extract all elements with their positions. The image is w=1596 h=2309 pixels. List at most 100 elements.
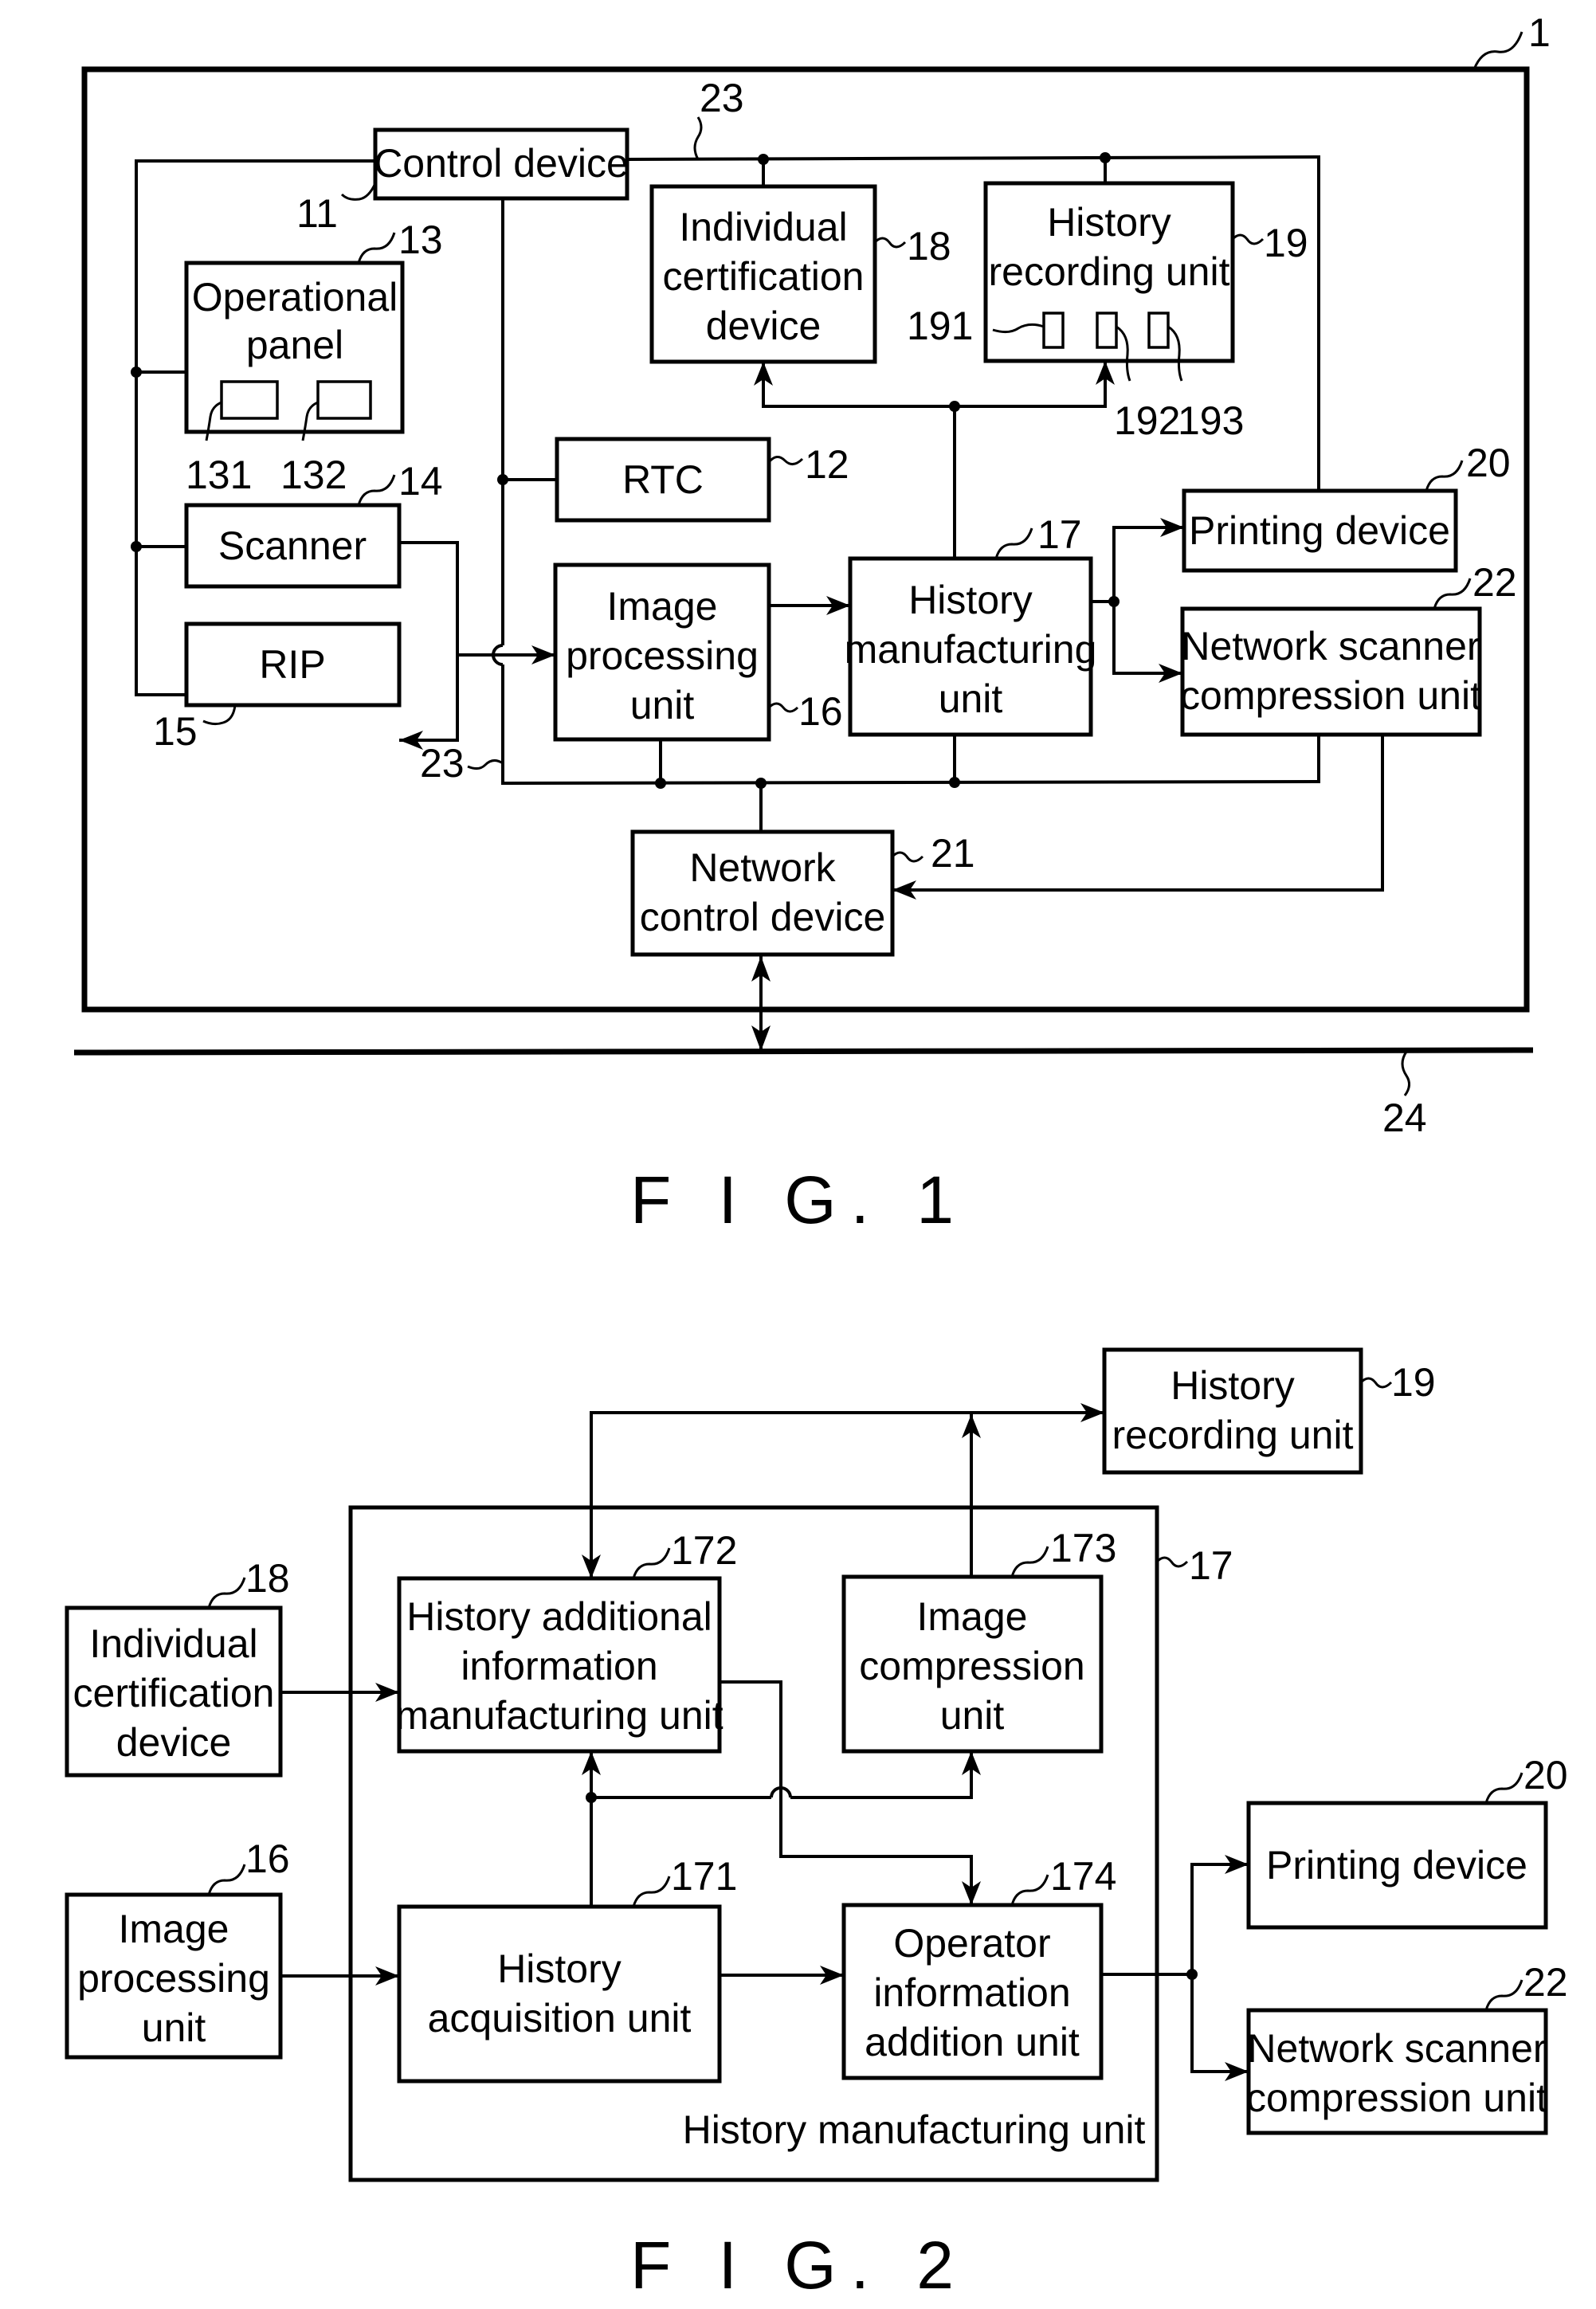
ref-16: 16 bbox=[798, 689, 843, 734]
leader-172 bbox=[632, 1547, 671, 1579]
figure-1: 1 24 23 23 Control device 11 Operational… bbox=[73, 10, 1551, 1237]
junction bbox=[655, 778, 666, 789]
panel-element-132 bbox=[316, 380, 372, 420]
leader-24 bbox=[1401, 1051, 1410, 1096]
history-acquisition-block: History acquisition unit 171 bbox=[397, 1854, 737, 2084]
printing-device-block: Printing device 20 bbox=[1182, 441, 1511, 573]
wire-to-173 bbox=[790, 1751, 973, 1799]
block-label: information bbox=[873, 1970, 1070, 2015]
leader-15 bbox=[202, 704, 237, 726]
block-label: device bbox=[116, 1720, 232, 1765]
leader-12 bbox=[767, 456, 804, 465]
block-label: Network bbox=[689, 845, 836, 890]
junction bbox=[497, 474, 508, 485]
leader-18 bbox=[207, 1577, 246, 1609]
junction bbox=[586, 1792, 597, 1803]
ref-22: 22 bbox=[1523, 1960, 1568, 2005]
fig2-image-processing-block: Image processing unit 16 bbox=[65, 1837, 290, 2060]
history-manufacturing-block: History manufacturing unit 17 bbox=[845, 512, 1096, 737]
history-additional-info-block: History additional information manufactu… bbox=[395, 1528, 737, 1754]
block-label: Control device bbox=[374, 141, 629, 186]
leader-20 bbox=[1484, 1772, 1523, 1804]
fig2-individual-certification-block: Individual certification device 18 bbox=[65, 1556, 290, 1778]
leader-17 bbox=[994, 527, 1033, 559]
ref-19: 19 bbox=[1264, 221, 1308, 265]
junction bbox=[131, 367, 142, 378]
ref-191: 191 bbox=[907, 304, 973, 348]
ref-193: 193 bbox=[1178, 398, 1244, 443]
block-label: Image bbox=[607, 584, 718, 629]
ref-17: 17 bbox=[1037, 512, 1082, 557]
ref-23-bottom: 23 bbox=[420, 741, 465, 786]
image-compression-block: Image compression unit 173 bbox=[841, 1526, 1116, 1754]
leader-16 bbox=[207, 1864, 246, 1895]
block-label: acquisition unit bbox=[428, 1996, 692, 2040]
leader-23-bottom bbox=[467, 759, 504, 770]
wire-to-rip bbox=[399, 655, 459, 742]
block-label: History bbox=[1047, 200, 1171, 245]
leader-19 bbox=[1231, 233, 1265, 245]
block-label: History bbox=[497, 1946, 622, 1991]
block-label: device bbox=[706, 304, 822, 348]
leader-19 bbox=[1359, 1377, 1393, 1389]
block-label: Image bbox=[917, 1594, 1028, 1639]
block-label: unit bbox=[142, 2005, 206, 2050]
rip-block: RIP 15 bbox=[153, 621, 402, 754]
panel-element-131 bbox=[220, 380, 279, 420]
storage-area-191 bbox=[1042, 312, 1065, 349]
junction bbox=[1108, 596, 1120, 607]
ref-172: 172 bbox=[671, 1528, 737, 1573]
network-scanner-compression-block: Network scanner compression unit 22 bbox=[1180, 560, 1517, 737]
ref-21: 21 bbox=[931, 831, 975, 876]
fig2-history-recording-block: History recording unit 19 bbox=[1102, 1347, 1436, 1475]
block-label: certification bbox=[663, 254, 865, 299]
leader-22 bbox=[1433, 578, 1472, 610]
operational-panel-block: Operational panel 131 132 13 bbox=[184, 218, 443, 497]
block-label: control device bbox=[640, 895, 886, 939]
operator-information-addition-block: Operator information addition unit 174 bbox=[841, 1854, 1116, 2080]
leader-22 bbox=[1484, 1979, 1523, 2011]
ref-24: 24 bbox=[1382, 1096, 1427, 1140]
leader-13 bbox=[357, 232, 396, 264]
leader-16 bbox=[767, 702, 799, 713]
ref-131: 131 bbox=[186, 453, 252, 497]
block-label: information bbox=[461, 1644, 657, 1688]
leader-11 bbox=[340, 182, 377, 201]
block-label: processing bbox=[566, 633, 759, 678]
block-label: processing bbox=[77, 1956, 270, 2001]
block-label: unit bbox=[940, 1693, 1005, 1738]
leader-173 bbox=[1010, 1546, 1049, 1578]
block-label: RTC bbox=[622, 457, 704, 502]
block-label: unit bbox=[630, 683, 695, 727]
storage-area-192 bbox=[1096, 312, 1118, 349]
block-label: History bbox=[908, 578, 1033, 622]
block-label: Image bbox=[119, 1907, 229, 1951]
wire-out-split bbox=[1112, 526, 1184, 675]
block-label: Network scanner bbox=[1247, 2026, 1546, 2071]
ref-19: 19 bbox=[1391, 1360, 1436, 1405]
ref-18: 18 bbox=[245, 1556, 290, 1601]
junction bbox=[755, 778, 767, 789]
figure-2-caption: F I G. 2 bbox=[630, 2228, 968, 2303]
ref-13: 13 bbox=[398, 218, 443, 262]
fig2-printing-device-block: Printing device 20 bbox=[1246, 1753, 1568, 1930]
ref-15: 15 bbox=[153, 709, 198, 754]
leader-23-top bbox=[693, 116, 703, 160]
junction bbox=[949, 401, 960, 412]
wire-out-split bbox=[1190, 1863, 1249, 2073]
block-label: Individual bbox=[89, 1621, 257, 1666]
leader-21 bbox=[891, 851, 924, 863]
block-label: Scanner bbox=[218, 523, 367, 568]
leader-17 bbox=[1155, 1556, 1189, 1568]
leader-174 bbox=[1010, 1874, 1049, 1906]
leader-20 bbox=[1425, 460, 1464, 492]
block-label: Operator bbox=[893, 1921, 1050, 1966]
wire-to-cert-rec bbox=[762, 361, 1107, 408]
ref-14: 14 bbox=[398, 459, 443, 504]
ref-192: 192 bbox=[1114, 398, 1180, 443]
junction bbox=[949, 777, 960, 788]
container-label: History manufacturing unit bbox=[683, 2107, 1146, 2152]
ref-16: 16 bbox=[245, 1837, 290, 1881]
block-label: certification bbox=[73, 1671, 275, 1715]
ref-11: 11 bbox=[296, 191, 338, 236]
